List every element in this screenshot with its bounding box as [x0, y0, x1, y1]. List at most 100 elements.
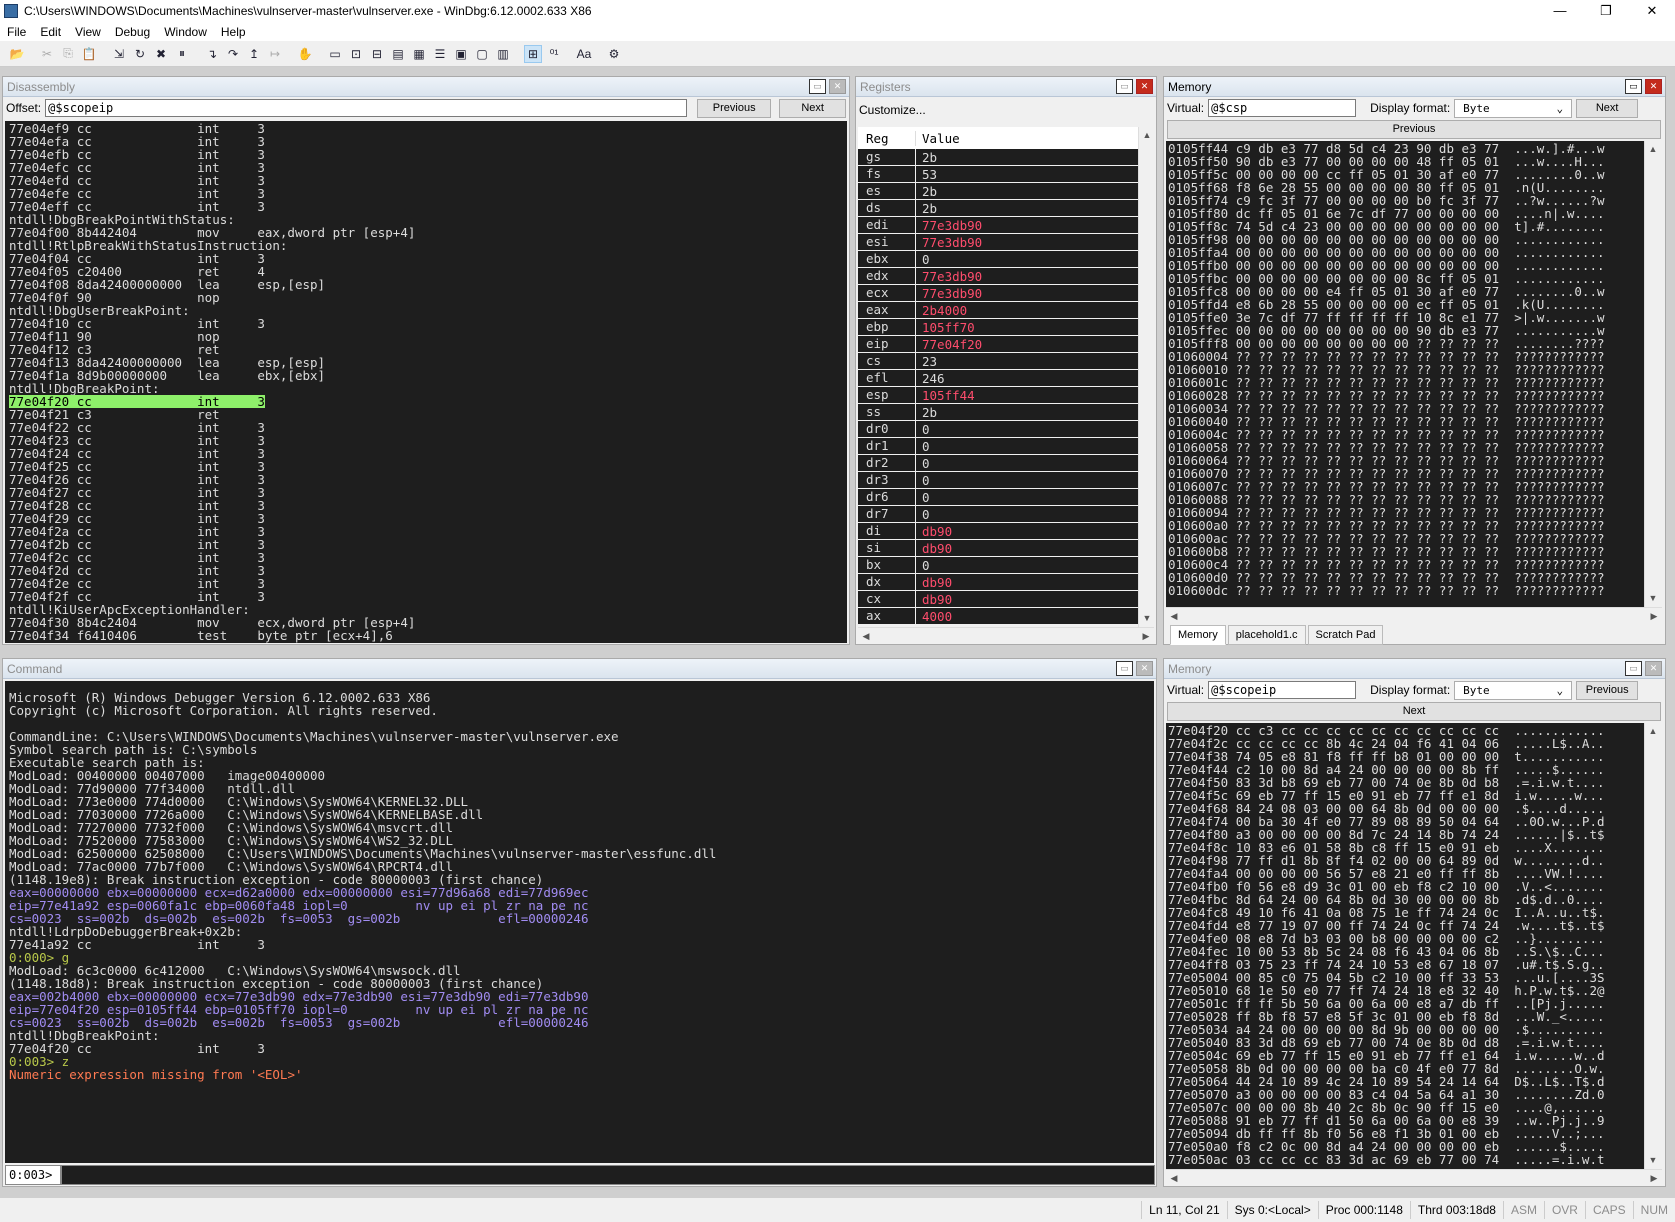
register-row[interactable]: dr7 0	[858, 506, 1138, 523]
register-value[interactable]: 0	[916, 490, 930, 505]
menu-debug[interactable]: Debug	[108, 25, 157, 39]
disassembly-line[interactable]: 77e04f22 cc int 3	[9, 421, 843, 434]
register-value[interactable]: 23	[916, 354, 937, 369]
disassembly-line[interactable]: 77e04f24 cc int 3	[9, 447, 843, 460]
dock-icon[interactable]: ▭	[1625, 661, 1642, 676]
disassembly-line[interactable]: 77e04f04 cc int 3	[9, 252, 843, 265]
options-icon[interactable]: ⚙	[605, 45, 623, 63]
tab-placehold1-c[interactable]: placehold1.c	[1227, 625, 1306, 645]
paste-icon[interactable]: 📋	[80, 45, 98, 63]
register-value[interactable]: 0	[916, 439, 930, 454]
memory-vertical-scrollbar[interactable]: ▲ ▼	[1644, 723, 1661, 1169]
close-icon[interactable]: ✕	[1136, 661, 1153, 676]
register-row[interactable]: ss 2b	[858, 404, 1138, 421]
disassembly-line[interactable]: 77e04f11 90 nop	[9, 330, 843, 343]
disassembly-line[interactable]: 77e04f34 f6410406 test byte ptr [ecx+4],6	[9, 629, 843, 642]
register-value[interactable]: 0	[916, 507, 930, 522]
register-value[interactable]: 0	[916, 473, 930, 488]
menu-view[interactable]: View	[68, 25, 108, 39]
memory-horizontal-scrollbar[interactable]: ◀ ▶	[1166, 607, 1662, 624]
disassembly-line[interactable]: 77e04f2e cc int 3	[9, 577, 843, 590]
register-value[interactable]: 0	[916, 252, 930, 267]
register-row[interactable]: bx 0	[858, 557, 1138, 574]
next-button[interactable]: Next	[1576, 98, 1639, 118]
register-value[interactable]: 77e3db90	[916, 235, 982, 250]
register-row[interactable]: gs 2b	[858, 149, 1138, 166]
memory-view[interactable]: 0105ff44 c9 db e3 77 d8 5d c4 23 90 db e3…	[1166, 141, 1644, 607]
disassembly-line[interactable]: 77e04f2b cc int 3	[9, 538, 843, 551]
register-value[interactable]: 77e3db90	[916, 286, 982, 301]
display-format-select[interactable]: Byte ⌄	[1454, 98, 1573, 118]
register-value[interactable]: db90	[916, 592, 952, 607]
register-row[interactable]: di db90	[858, 523, 1138, 540]
register-row[interactable]: dr0 0	[858, 421, 1138, 438]
disassembly-window-icon[interactable]: ▣	[452, 45, 470, 63]
register-value[interactable]: 4000	[916, 609, 952, 624]
register-value[interactable]: db90	[916, 575, 952, 590]
disassembly-line[interactable]: 77e04f23 cc int 3	[9, 434, 843, 447]
menu-edit[interactable]: Edit	[33, 25, 68, 39]
dock-icon[interactable]: ▭	[1116, 79, 1133, 94]
processes-threads-icon[interactable]: ▥	[494, 45, 512, 63]
break-icon[interactable]: ⏸	[173, 45, 191, 63]
register-row[interactable]: dr6 0	[858, 489, 1138, 506]
dock-icon[interactable]: ▭	[1625, 79, 1642, 94]
register-row[interactable]: fs 53	[858, 166, 1138, 183]
col-reg[interactable]: Reg	[858, 130, 916, 146]
hand-icon[interactable]: ✋	[296, 45, 314, 63]
disassembly-line[interactable]: 77e04f21 c3 ret	[9, 408, 843, 421]
disassembly-line[interactable]: 77e04f2a cc int 3	[9, 525, 843, 538]
close-icon[interactable]: ✕	[1136, 79, 1153, 94]
register-value[interactable]: 77e04f20	[916, 337, 982, 352]
register-row[interactable]: esp 105ff44	[858, 387, 1138, 404]
register-row[interactable]: esi 77e3db90	[858, 234, 1138, 251]
disassembly-line[interactable]: 77e04f20 cc int 3	[9, 395, 843, 408]
disassembly-line[interactable]: 77e04efa cc int 3	[9, 135, 843, 148]
tab-memory[interactable]: Memory	[1170, 625, 1226, 645]
customize-button[interactable]: Customize...	[859, 103, 926, 117]
disassembly-line[interactable]: 77e04efb cc int 3	[9, 148, 843, 161]
col-value[interactable]: Value	[916, 131, 960, 146]
register-row[interactable]: edi 77e3db90	[858, 217, 1138, 234]
disassembly-line[interactable]: 77e04f29 cc int 3	[9, 512, 843, 525]
disassembly-line[interactable]: 77e04f10 cc int 3	[9, 317, 843, 330]
next-button[interactable]: Next	[779, 98, 846, 118]
close-icon[interactable]: ✕	[1645, 661, 1662, 676]
hex-mode-icon[interactable]: ⁰¹	[545, 45, 563, 63]
register-row[interactable]: ebp 105ff70	[858, 319, 1138, 336]
register-value[interactable]: 2b	[916, 201, 937, 216]
register-value[interactable]: 2b	[916, 150, 937, 165]
step-over-icon[interactable]: ↷	[224, 45, 242, 63]
memory-view[interactable]: 77e04f20 cc c3 cc cc cc cc cc cc cc cc cc…	[1166, 723, 1644, 1169]
disassembly-view[interactable]: 77e04ef9 cc int 3 77e04efa cc int 3 77e04efb cc in…	[5, 121, 847, 643]
font-icon[interactable]: Aa	[575, 45, 593, 63]
display-format-select[interactable]: Byte ⌄	[1454, 680, 1573, 700]
registers-window-icon[interactable]: ▤	[389, 45, 407, 63]
dock-icon[interactable]: ▭	[1116, 661, 1133, 676]
maximize-button[interactable]: ❐	[1583, 3, 1629, 19]
previous-button[interactable]: Previous	[1167, 119, 1661, 139]
disassembly-line[interactable]: 77e04efd cc int 3	[9, 174, 843, 187]
memory-window-icon[interactable]: ▦	[410, 45, 428, 63]
disassembly-line[interactable]: 77e04f25 cc int 3	[9, 460, 843, 473]
locals-window-icon[interactable]: ⊟	[368, 45, 386, 63]
disassembly-line[interactable]: 77e04f28 cc int 3	[9, 499, 843, 512]
step-into-icon[interactable]: ↴	[203, 45, 221, 63]
go-icon[interactable]: ⇲	[110, 45, 128, 63]
virtual-address-input[interactable]	[1208, 681, 1357, 699]
register-value[interactable]: 0	[916, 558, 930, 573]
register-value[interactable]: 2b	[916, 405, 937, 420]
minimize-button[interactable]: —	[1537, 3, 1583, 19]
copy-icon[interactable]: ⎘	[59, 45, 77, 63]
registers-horizontal-scrollbar[interactable]: ◀ ▶	[858, 627, 1154, 644]
disassembly-line[interactable]: 77e04f08 8da42400000000 lea esp,[esp]	[9, 278, 843, 291]
next-button[interactable]: Next	[1167, 701, 1661, 721]
register-value[interactable]: 105ff44	[916, 388, 975, 403]
cut-icon[interactable]: ✂	[38, 45, 56, 63]
disassembly-line[interactable]: 77e04ef9 cc int 3	[9, 122, 843, 135]
open-icon[interactable]: 📂	[8, 45, 26, 63]
register-row[interactable]: si db90	[858, 540, 1138, 557]
register-value[interactable]: 246	[916, 371, 945, 386]
disassembly-line[interactable]: 77e04f26 cc int 3	[9, 473, 843, 486]
register-row[interactable]: dr2 0	[858, 455, 1138, 472]
